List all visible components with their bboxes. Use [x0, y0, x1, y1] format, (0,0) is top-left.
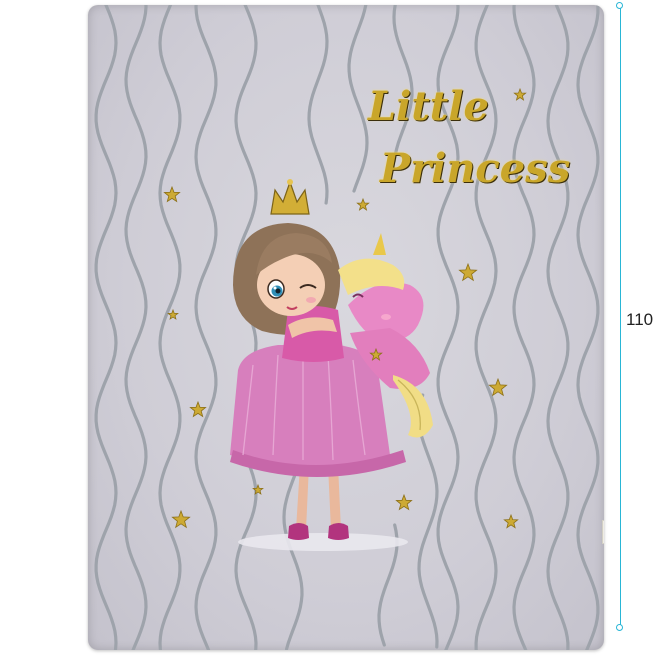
star-icon — [189, 400, 207, 418]
wavy-stripe — [576, 5, 600, 650]
crown-icon — [270, 179, 310, 215]
blanket-illustration — [94, 5, 600, 650]
star-icon — [503, 513, 519, 529]
measure-top-dot — [616, 2, 623, 9]
star-icon — [488, 377, 508, 397]
unicorn-horn — [373, 233, 386, 255]
measure-bottom-dot — [616, 624, 623, 631]
height-label: 110 — [626, 310, 654, 329]
wavy-stripes — [94, 5, 600, 650]
star-icon — [395, 493, 413, 511]
care-label-tag — [602, 520, 604, 544]
star-icon — [513, 87, 527, 101]
wavy-stripe — [546, 5, 570, 650]
baby-blanket: Little Princess — [88, 5, 604, 650]
wavy-stripe — [194, 5, 218, 650]
wavy-stripe — [347, 5, 369, 193]
star-icon — [458, 262, 478, 282]
wavy-stripe — [158, 5, 182, 650]
wavy-stripe — [94, 5, 118, 650]
star-icon — [167, 308, 179, 320]
title-little: Little — [368, 83, 489, 130]
star-icon — [171, 509, 191, 529]
height-measure-line — [620, 6, 621, 628]
wavy-stripe — [234, 5, 258, 650]
ground-shadow — [238, 533, 408, 551]
wavy-stripe — [512, 5, 536, 650]
princess-figure — [230, 179, 433, 540]
star-icon — [356, 197, 370, 211]
wavy-stripe — [124, 5, 148, 650]
wavy-stripe — [307, 5, 329, 205]
title-princess: Princess — [380, 145, 571, 192]
star-icon — [163, 185, 181, 203]
